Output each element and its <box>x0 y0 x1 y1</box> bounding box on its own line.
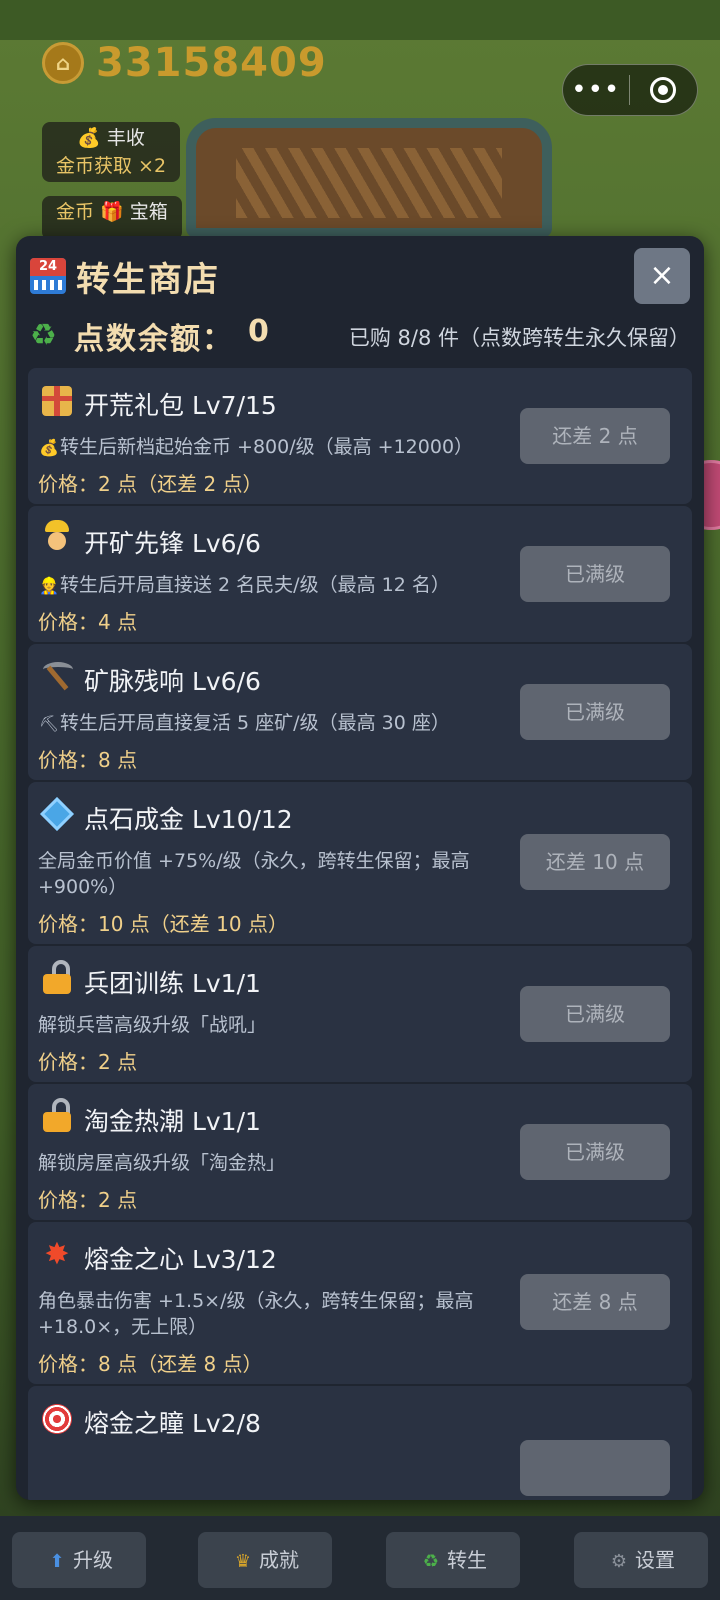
castle-sprite <box>186 118 552 238</box>
item-title: 矿脉残响 Lv6/6 <box>84 667 261 696</box>
item-price: 价格：4 点 <box>38 610 138 634</box>
item-description: ⛏转生后开局直接复活 5 座矿/级（最高 30 座） <box>38 710 508 737</box>
recycle-icon: ♻ <box>422 1551 440 1572</box>
purchase-button[interactable]: 已满级 <box>520 986 670 1042</box>
up-arrow-icon: ⬆ <box>49 1551 65 1572</box>
pickaxe-icon <box>38 658 76 696</box>
purchase-button[interactable]: 还差 10 点 <box>520 834 670 890</box>
item-title: 点石成金 Lv10/12 <box>84 805 293 834</box>
points-label: 点数余额： <box>74 322 234 357</box>
purchase-button[interactable]: 还差 2 点 <box>520 408 670 464</box>
unlock-icon <box>38 1098 76 1136</box>
settings-tab[interactable]: ⚙ 设置 <box>574 1532 708 1588</box>
nav-label: 升级 <box>73 1548 113 1572</box>
points-value: 0 <box>248 314 269 349</box>
diamond-icon <box>38 796 76 834</box>
purchased-count: 已购 8/8 件（点数跨转生永久保留） <box>348 326 690 350</box>
item-price: 价格：10 点（还差 10 点） <box>38 912 288 936</box>
item-description: 解锁房屋高级升级「淘金热」 <box>38 1152 286 1174</box>
miniprogram-capsule: ••• <box>562 64 698 116</box>
exit-miniprogram-icon[interactable] <box>630 77 698 103</box>
unlock-icon <box>38 960 76 998</box>
bottom-nav: ⬆ 升级 ♛ 成就 ♻ 转生 ⚙ 设置 <box>0 1516 720 1600</box>
item-title: 开矿先锋 Lv6/6 <box>84 529 261 558</box>
purchase-button[interactable]: 已满级 <box>520 546 670 602</box>
recycle-icon: ♻ <box>30 318 57 353</box>
shop-item-card: ✸ 熔金之心 Lv3/12 角色暴击伤害 +1.5×/级（永久，跨转生保留；最高… <box>28 1222 692 1384</box>
achievements-tab[interactable]: ♛ 成就 <box>198 1532 332 1588</box>
gift-icon: 🎁 <box>100 201 124 223</box>
coin-display: ⌂ 33158409 <box>42 40 327 86</box>
shop-item-card: 开荒礼包 Lv7/15 💰转生后新档起始金币 +800/级（最高 +12000）… <box>28 368 692 504</box>
item-description: 全局金币价值 +75%/级（永久，跨转生保留；最高 +900%） <box>38 850 470 898</box>
item-price: 价格：8 点（还差 8 点） <box>38 1352 263 1376</box>
upgrade-tab[interactable]: ⬆ 升级 <box>12 1532 146 1588</box>
construction-worker-icon <box>38 520 76 558</box>
item-title: 开荒礼包 Lv7/15 <box>84 391 277 420</box>
badge-title: 丰收 <box>106 127 145 149</box>
trophy-icon: ♛ <box>234 1551 252 1572</box>
prestige-shop-modal: 24 转生商店 × ♻ 点数余额： 0 已购 8/8 件（点数跨转生永久保留） … <box>16 236 704 1500</box>
item-price: 价格：8 点 <box>38 748 138 772</box>
badge-title: 宝箱 <box>129 201 168 223</box>
purchase-button[interactable]: 已满级 <box>520 1124 670 1180</box>
prestige-tab[interactable]: ♻ 转生 <box>386 1532 520 1588</box>
item-title: 兵团训练 Lv1/1 <box>84 969 261 998</box>
money-bag-icon: 💰 <box>77 127 101 149</box>
harvest-buff-badge: 💰 丰收 金币获取 ×2 <box>42 122 181 182</box>
shop-item-card: 兵团训练 Lv1/1 解锁兵营高级升级「战吼」 价格：2 点 已满级 <box>28 946 692 1082</box>
construction-worker-icon: 👷 <box>39 576 59 595</box>
pickaxe-icon: ⛏ <box>38 714 60 733</box>
shop-item-list[interactable]: 开荒礼包 Lv7/15 💰转生后新档起始金币 +800/级（最高 +12000）… <box>28 368 692 1500</box>
chest-badge: 金币 🎁 宝箱 <box>42 196 182 240</box>
item-description: 解锁兵营高级升级「战吼」 <box>38 1014 267 1036</box>
money-bag-icon: 💰 <box>39 438 59 457</box>
purchase-button[interactable]: 还差 8 点 <box>520 1274 670 1330</box>
badge-value: 金币 <box>56 201 95 223</box>
badge-value: 金币获取 ×2 <box>56 155 167 177</box>
background-tree-line <box>0 0 720 40</box>
shop-item-card: 淘金热潮 Lv1/1 解锁房屋高级升级「淘金热」 价格：2 点 已满级 <box>28 1084 692 1220</box>
shop-item-card: 矿脉残响 Lv6/6 ⛏转生后开局直接复活 5 座矿/级（最高 30 座） 价格… <box>28 644 692 780</box>
more-options-icon[interactable]: ••• <box>563 64 629 116</box>
modal-title: 转生商店 <box>76 260 220 300</box>
item-title: 熔金之瞳 Lv2/8 <box>84 1409 261 1438</box>
target-icon <box>38 1400 76 1438</box>
close-button[interactable]: × <box>634 248 690 304</box>
item-title: 熔金之心 Lv3/12 <box>84 1245 277 1274</box>
item-price: 价格：2 点 <box>38 1188 138 1212</box>
item-title: 淘金热潮 Lv1/1 <box>84 1107 261 1136</box>
coin-icon: ⌂ <box>42 42 84 84</box>
item-price: 价格：2 点 <box>38 1050 138 1074</box>
gift-icon <box>38 382 76 420</box>
nav-label: 设置 <box>635 1548 675 1572</box>
purchase-button[interactable]: 已满级 <box>520 684 670 740</box>
modal-header: 24 转生商店 × <box>16 236 704 316</box>
convenience-store-icon: 24 <box>30 258 66 294</box>
shop-item-card: 开矿先锋 Lv6/6 👷转生后开局直接送 2 名民夫/级（最高 12 名） 价格… <box>28 506 692 642</box>
gear-icon: ⚙ <box>610 1551 628 1572</box>
purchase-button[interactable] <box>520 1440 670 1496</box>
collision-icon: ✸ <box>44 1237 70 1272</box>
coin-amount: 33158409 <box>96 40 327 86</box>
item-description: 👷转生后开局直接送 2 名民夫/级（最高 12 名） <box>38 572 508 599</box>
shop-item-card: 熔金之瞳 Lv2/8 <box>28 1386 692 1500</box>
item-price: 价格：2 点（还差 2 点） <box>38 472 263 496</box>
shop-item-card: 点石成金 Lv10/12 全局金币价值 +75%/级（永久，跨转生保留；最高 +… <box>28 782 692 944</box>
item-description: 角色暴击伤害 +1.5×/级（永久，跨转生保留；最高 +18.0×，无上限） <box>38 1290 474 1338</box>
nav-label: 转生 <box>447 1548 487 1572</box>
item-description: 💰转生后新档起始金币 +800/级（最高 +12000） <box>38 434 508 461</box>
nav-label: 成就 <box>259 1548 299 1572</box>
